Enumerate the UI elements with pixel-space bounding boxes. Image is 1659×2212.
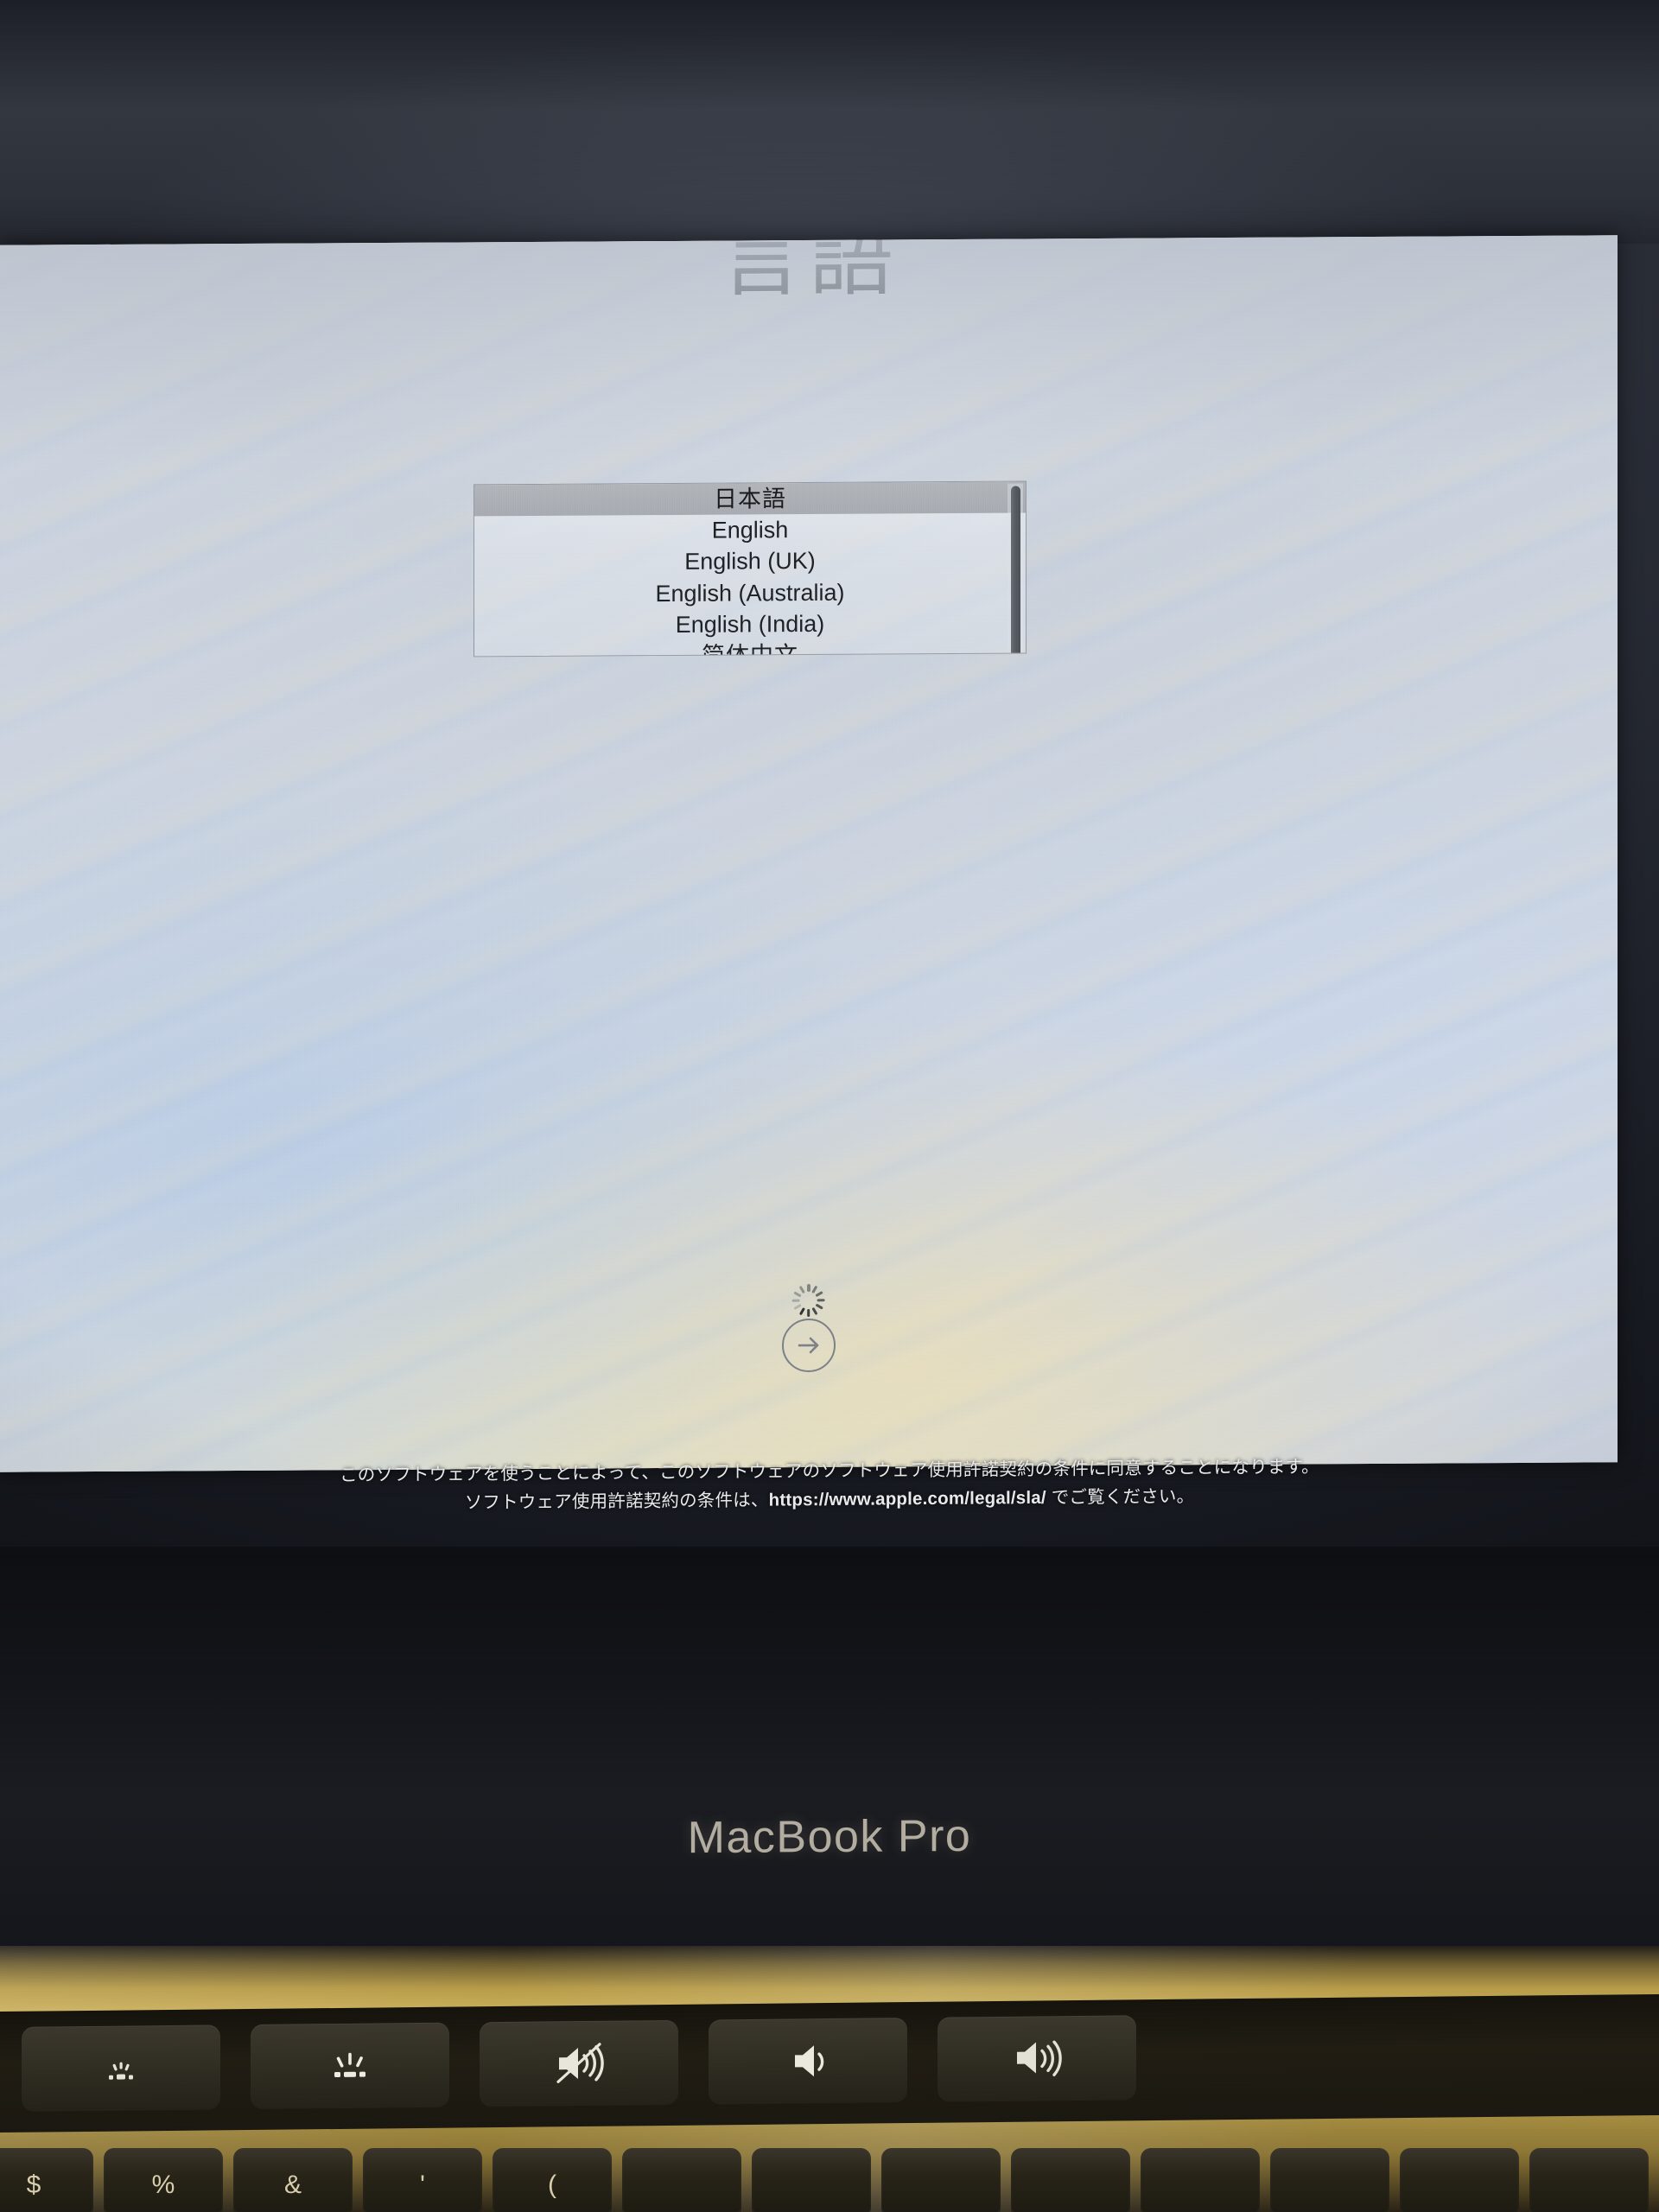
language-option[interactable]: English (India) (474, 607, 1026, 641)
keyboard-key[interactable]: ' (363, 2148, 482, 2212)
keyboard-key[interactable] (881, 2148, 1001, 2212)
keyboard-key[interactable]: % (104, 2148, 223, 2212)
keyboard-key[interactable] (1141, 2148, 1260, 2212)
keyboard-number-row[interactable]: $% & '( (0, 2141, 1659, 2212)
license-url: https://www.apple.com/legal/sla/ (768, 1488, 1046, 1510)
keyboard-key[interactable]: & (233, 2148, 353, 2212)
touch-bar-key-4[interactable] (709, 2018, 907, 2105)
keyboard-key[interactable]: ( (493, 2148, 612, 2212)
macos-setup-assistant: 言語 日本語 English English (UK) English (Austra… (0, 235, 1618, 1471)
spinner-spoke (799, 1285, 806, 1294)
spinner-spoke (799, 1306, 806, 1316)
keyboard-key[interactable] (1529, 2148, 1649, 2212)
language-option[interactable]: 简体中文 (474, 638, 1026, 657)
language-option[interactable]: English (UK) (474, 544, 1026, 579)
page-title: 言語 (718, 235, 899, 307)
language-option[interactable]: 日本語 (474, 481, 1026, 517)
spinner-spoke (807, 1283, 810, 1293)
spinner-spoke (811, 1306, 818, 1316)
spinner-spoke (807, 1308, 810, 1318)
next-button[interactable] (782, 1318, 836, 1373)
volume-down-icon (783, 2036, 833, 2087)
touch-bar-key-1[interactable] (22, 2024, 220, 2112)
touch-bar-key-2[interactable] (251, 2022, 449, 2110)
keyboard-key[interactable] (1400, 2148, 1519, 2212)
spinner-spoke (792, 1299, 801, 1302)
display-bezel-top (0, 0, 1659, 244)
touch-bar-key-3[interactable] (480, 2019, 678, 2107)
keyboard-key[interactable] (1270, 2148, 1389, 2212)
language-listbox[interactable]: 日本語 English English (UK) English (Australia… (474, 480, 1027, 658)
language-option[interactable]: English (474, 513, 1026, 548)
arrow-right-icon (798, 1337, 819, 1354)
scrollbar-thumb[interactable] (1011, 486, 1020, 658)
language-option[interactable]: English (Australia) (474, 575, 1026, 610)
spinner-spoke (817, 1299, 826, 1302)
language-list-scrollbar[interactable] (1007, 483, 1023, 658)
touch-bar-key-5[interactable] (938, 2015, 1136, 2102)
spinner-spoke (793, 1291, 803, 1298)
keyboard-key[interactable]: $ (0, 2148, 93, 2212)
spinner-spoke (815, 1303, 824, 1310)
license-line-2-prefix: ソフトウェア使用許諾契約の条件は、 (464, 1490, 769, 1513)
spinner-spoke (815, 1291, 824, 1298)
keyboard-key[interactable] (1011, 2148, 1130, 2212)
display-lid-bottom (0, 1547, 1659, 1953)
volume-mute-icon (547, 2037, 611, 2091)
loading-spinner-icon (792, 1283, 826, 1318)
touch-bar[interactable] (0, 1993, 1659, 2133)
photo-scene: 言語 日本語 English English (UK) English (Austra… (0, 0, 1659, 2212)
macbook-screen: 言語 日本語 English English (UK) English (Austra… (0, 235, 1618, 1472)
keyboard-brightness-up-icon (323, 2038, 377, 2093)
language-list[interactable]: 日本語 English English (UK) English (Australia… (474, 481, 1026, 657)
volume-up-icon (1005, 2031, 1069, 2086)
license-line-2-suffix: でご覧ください。 (1046, 1486, 1195, 1509)
touch-bar-keys[interactable] (0, 1994, 1659, 2133)
keyboard-brightness-down-icon (96, 2043, 146, 2094)
keyboard-key[interactable] (752, 2148, 871, 2212)
keyboard-key[interactable] (622, 2148, 741, 2212)
